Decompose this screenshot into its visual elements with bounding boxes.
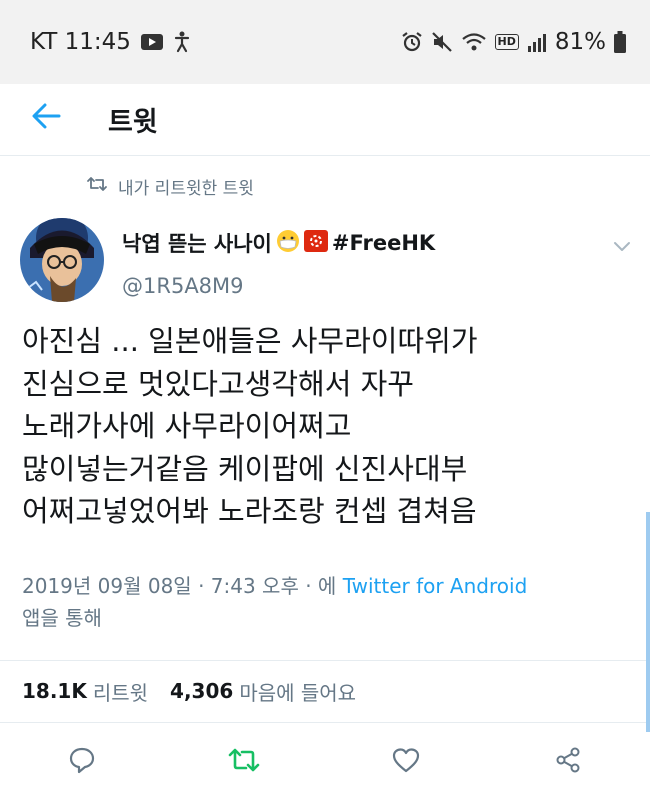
hk-flag-icon <box>303 229 328 257</box>
author-name[interactable]: 낙엽 뜯는 사나이 #FreeHK <box>122 228 435 258</box>
retweet-icon <box>86 176 108 197</box>
like-count-label[interactable]: 마음에 들어요 <box>239 677 356 706</box>
tweet-meta-line: 2019년 09월 08일 · 7:43 오후 · 에 Twitter for … <box>22 570 632 602</box>
tweet-via: 앱을 통해 <box>22 606 102 630</box>
status-bar: KT 11:45 HD 81% <box>0 0 650 84</box>
arrow-left-icon <box>31 103 61 133</box>
mute-icon <box>431 31 453 53</box>
tweet-line: 많이넣는거같음 케이팝에 신진사대부 <box>22 451 468 486</box>
tweet-source-link[interactable]: Twitter for Android <box>343 574 528 598</box>
signal-icon <box>527 32 547 52</box>
tweet-meta: 2019년 09월 08일 · 7:43 오후 · 에 Twitter for … <box>22 570 632 634</box>
tweet-actions <box>0 740 650 784</box>
tweet-timestamp: 2019년 09월 08일 · 7:43 오후 · 에 <box>22 574 337 598</box>
tweet-line: 어쩌고넣었어봐 노라조랑 컨셉 겹쳐음 <box>22 494 477 529</box>
retweet-count[interactable]: 18.1K <box>22 679 87 703</box>
retweet-context-label: 내가 리트윗한 트윗 <box>118 178 254 199</box>
reply-button[interactable] <box>60 740 104 784</box>
carrier-time: KT 11:45 <box>30 29 131 55</box>
status-bar-right: HD 81% <box>401 26 626 58</box>
heart-icon <box>391 746 421 778</box>
avatar[interactable] <box>20 218 104 302</box>
divider <box>0 722 650 723</box>
retweet-button[interactable] <box>222 740 266 784</box>
retweet-icon <box>227 746 261 778</box>
youtube-icon <box>140 34 163 50</box>
share-button[interactable] <box>546 740 590 784</box>
author-display-name: 낙엽 뜯는 사나이 <box>122 232 272 256</box>
chevron-down-icon <box>613 237 631 256</box>
hd-voice-badge: HD <box>494 34 519 50</box>
author-handle[interactable]: @1R5A8M9 <box>122 274 244 298</box>
alarm-icon <box>401 31 423 53</box>
tweet-text: 아진심 ... 일본애들은 사무라이따위가 진심으로 멋있다고생각해서 자꾸 노… <box>22 320 632 533</box>
battery-percent: 81% <box>554 29 606 55</box>
battery-icon <box>614 31 626 53</box>
retweet-context[interactable]: 내가 리트윗한 트윗 <box>86 174 254 199</box>
status-bar-left: KT 11:45 <box>30 26 191 58</box>
app-bar: 트윗 <box>0 84 650 156</box>
page-title: 트윗 <box>108 107 158 138</box>
tweet-line: 노래가사에 사무라이어쩌고 <box>22 409 352 444</box>
reply-icon <box>67 745 97 779</box>
author-hashtag: #FreeHK <box>331 231 436 255</box>
scrollbar[interactable] <box>646 512 650 732</box>
mask-emoji-icon <box>276 229 300 258</box>
like-count[interactable]: 4,306 <box>170 679 233 703</box>
wifi-icon <box>461 32 487 52</box>
tweet-line: 진심으로 멋있다고생각해서 자꾸 <box>22 366 414 401</box>
tweet-stats: 18.1K 리트윗 4,306 마음에 들어요 <box>22 677 356 705</box>
more-options-button[interactable] <box>610 236 634 256</box>
back-button[interactable] <box>26 98 66 138</box>
divider <box>0 660 650 661</box>
share-icon <box>553 745 583 779</box>
accessibility-icon <box>173 31 191 53</box>
tweet-line: 아진심 ... 일본애들은 사무라이따위가 <box>22 324 478 358</box>
retweet-count-label[interactable]: 리트윗 <box>93 677 148 706</box>
like-button[interactable] <box>384 740 428 784</box>
